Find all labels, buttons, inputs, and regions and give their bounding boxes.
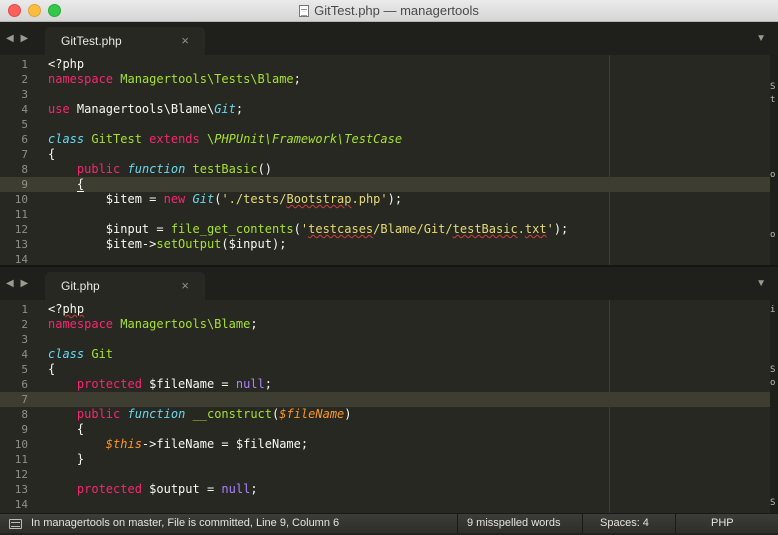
tab-bar-bottom: ◀ ▶ Git.php × ▼ <box>0 267 778 300</box>
line-number: 9 <box>21 178 28 191</box>
line-number: 9 <box>21 423 28 436</box>
tab-gittest[interactable]: GitTest.php × <box>45 27 205 55</box>
line-number: 4 <box>21 103 28 116</box>
line-number: 5 <box>21 118 28 131</box>
code-line: protected $output = null; <box>76 482 258 496</box>
tab-menu-icon[interactable]: ▼ <box>756 33 766 44</box>
tab-label: Git.php <box>61 279 100 293</box>
code-line: namespace Managertools\Blame; <box>48 317 258 331</box>
code-line: protected $fileName = null; <box>76 377 272 391</box>
line-number: 12 <box>14 468 28 481</box>
panel-char: S <box>770 498 776 508</box>
line-number: 5 <box>21 363 28 376</box>
window-title-container: GitTest.php — managertools <box>0 3 778 18</box>
line-number: 4 <box>21 348 28 361</box>
line-number: 6 <box>21 378 28 391</box>
panel-char: o <box>770 170 776 180</box>
tab-nav-arrows[interactable]: ◀ ▶ <box>6 33 30 44</box>
code-line: namespace Managertools\Tests\Blame; <box>48 72 301 86</box>
window-title: GitTest.php — managertools <box>314 3 479 18</box>
line-number: 8 <box>21 408 28 421</box>
code-line: class GitTest extends \PHPUnit\Framework… <box>48 132 403 146</box>
tab-menu-icon[interactable]: ▼ <box>756 278 766 289</box>
code-line: $this->fileName = $fileName; <box>105 437 309 451</box>
tab-close-icon[interactable]: × <box>181 278 189 293</box>
code-line: $input = file_get_contents('testcases/Bl… <box>48 222 569 236</box>
status-bar: In managertools on master, File is commi… <box>0 513 778 534</box>
status-divider <box>457 514 458 534</box>
side-panel-top: S t o o <box>770 55 778 265</box>
line-number-gutter: 1 2 3 4 5 6 7 8 9 10 11 12 13 14 <box>0 57 28 265</box>
code-area[interactable]: <?php namespace Managertools\Blame; clas… <box>48 302 770 512</box>
tab-git[interactable]: Git.php × <box>45 272 205 300</box>
line-number: 13 <box>14 483 28 496</box>
tab-bar-top: ◀ ▶ GitTest.php × ▼ <box>0 22 778 55</box>
tab-label: GitTest.php <box>61 34 122 48</box>
line-number: 10 <box>14 193 28 206</box>
code-line: use Managertools\Blame\Git; <box>48 102 244 116</box>
status-syntax[interactable]: PHP <box>711 517 734 529</box>
panel-char: i <box>770 305 776 315</box>
code-area[interactable]: <?php namespace Managertools\Tests\Blame… <box>48 57 770 265</box>
line-number: 2 <box>21 318 28 331</box>
code-line: public function __construct($fileName) <box>76 407 352 421</box>
window-titlebar: GitTest.php — managertools <box>0 0 778 22</box>
line-number: 11 <box>14 453 28 466</box>
line-number: 7 <box>21 393 28 406</box>
line-number: 6 <box>21 133 28 146</box>
code-line: { <box>76 177 85 192</box>
status-divider <box>675 514 676 534</box>
code-line: <?php <box>48 302 85 316</box>
line-number: 13 <box>14 238 28 251</box>
code-line: class Git <box>48 347 114 361</box>
line-number: 12 <box>14 223 28 236</box>
side-panel-bottom: i S o S <box>770 300 778 513</box>
line-number: 3 <box>21 333 28 346</box>
code-line: public function testBasic() <box>76 162 273 176</box>
status-indentation[interactable]: Spaces: 4 <box>600 517 649 529</box>
line-number-gutter: 1 2 3 4 5 6 7 8 9 10 11 12 13 14 <box>0 302 28 512</box>
tab-nav-arrows[interactable]: ◀ ▶ <box>6 278 30 289</box>
code-line: { <box>48 422 85 436</box>
status-divider <box>582 514 583 534</box>
code-line: } <box>48 452 85 466</box>
panel-icon[interactable] <box>9 519 22 529</box>
editor-pane-top[interactable]: 1 2 3 4 5 6 7 8 9 10 11 12 13 14 <?php namespace Mana… <box>0 55 770 265</box>
panel-char: o <box>770 230 776 240</box>
panel-char: S <box>770 82 776 92</box>
code-line: $item = new Git('./tests/Bootstrap.php')… <box>48 192 403 206</box>
line-number: 8 <box>21 163 28 176</box>
line-number: 11 <box>14 208 28 221</box>
editor-pane-bottom[interactable]: 1 2 3 4 5 6 7 8 9 10 11 12 13 14 <?php namespace Mana… <box>0 300 770 513</box>
line-number: 14 <box>14 253 28 265</box>
panel-char: S <box>770 365 776 375</box>
code-line: $item->setOutput($input); <box>48 237 287 251</box>
status-vcs-text: In managertools on master, File is commi… <box>31 517 340 529</box>
line-number: 2 <box>21 73 28 86</box>
code-line: <?php <box>48 57 85 71</box>
tab-close-icon[interactable]: × <box>181 33 189 48</box>
panel-char: t <box>770 95 776 105</box>
code-line: { <box>48 362 56 376</box>
status-spelling[interactable]: 9 misspelled words <box>467 517 561 529</box>
code-line: { <box>48 147 56 161</box>
line-number: 1 <box>21 58 28 71</box>
line-number: 3 <box>21 88 28 101</box>
document-icon <box>299 5 310 17</box>
line-number: 10 <box>14 438 28 451</box>
panel-char: o <box>770 378 776 388</box>
line-number: 7 <box>21 148 28 161</box>
line-number: 14 <box>14 498 28 511</box>
line-number: 1 <box>21 303 28 316</box>
